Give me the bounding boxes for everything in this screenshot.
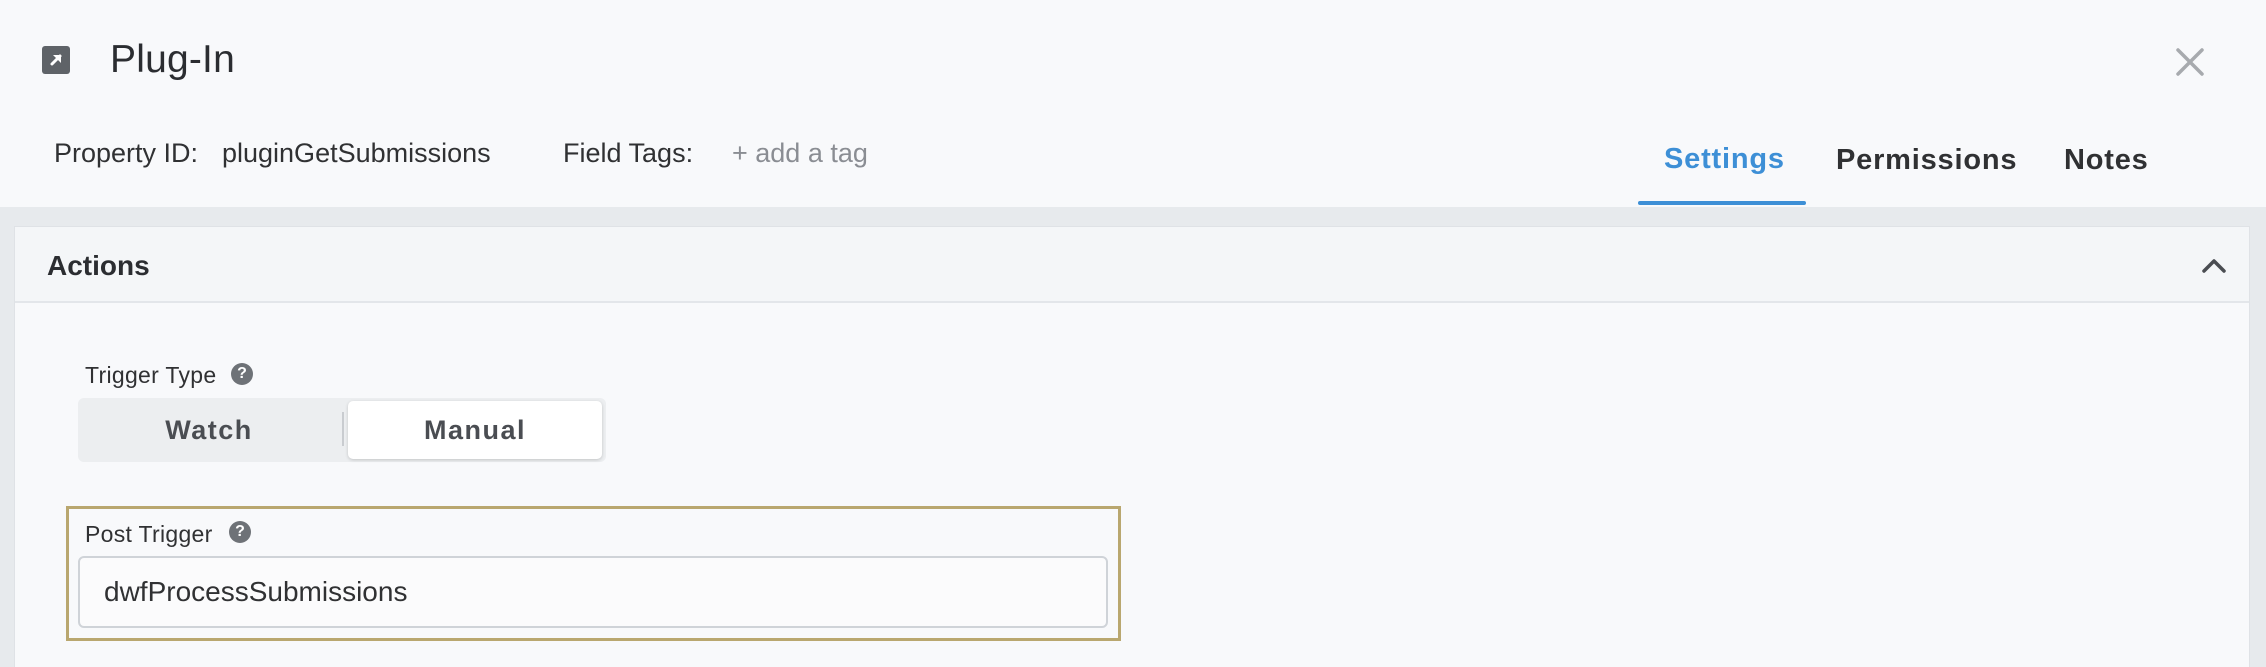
- tab-notes[interactable]: Notes: [2064, 144, 2149, 177]
- question-circle-icon[interactable]: ?: [229, 521, 251, 543]
- actions-section-header[interactable]: Actions: [15, 227, 2249, 303]
- field-tags-label: Field Tags:: [563, 138, 694, 168]
- property-id-value: pluginGetSubmissions: [222, 138, 491, 168]
- page-title: Plug-In: [110, 38, 235, 81]
- tab-settings[interactable]: Settings: [1664, 143, 1785, 176]
- external-link-icon: [42, 46, 70, 74]
- trigger-manual-option[interactable]: Manual: [348, 401, 602, 459]
- active-tab-indicator: [1638, 201, 1806, 205]
- post-trigger-input[interactable]: dwfProcessSubmissions: [78, 556, 1108, 628]
- segment-divider: [342, 412, 344, 446]
- section-title: Actions: [47, 250, 150, 281]
- plugin-properties-panel: Plug-In Property ID: pluginGetSubmission…: [0, 0, 2266, 667]
- question-circle-icon[interactable]: ?: [231, 363, 253, 385]
- properties-header: Plug-In Property ID: pluginGetSubmission…: [0, 0, 2266, 207]
- close-icon[interactable]: [2170, 42, 2210, 82]
- trigger-type-label: Trigger Type: [85, 362, 217, 388]
- trigger-watch-option[interactable]: Watch: [78, 398, 340, 462]
- trigger-type-toggle: Watch Manual: [78, 398, 606, 462]
- post-trigger-label: Post Trigger: [85, 521, 213, 547]
- property-id-label: Property ID:: [54, 138, 199, 168]
- tab-permissions[interactable]: Permissions: [1836, 144, 2017, 177]
- chevron-up-icon[interactable]: [2199, 251, 2229, 281]
- add-tag-link[interactable]: + add a tag: [732, 138, 868, 169]
